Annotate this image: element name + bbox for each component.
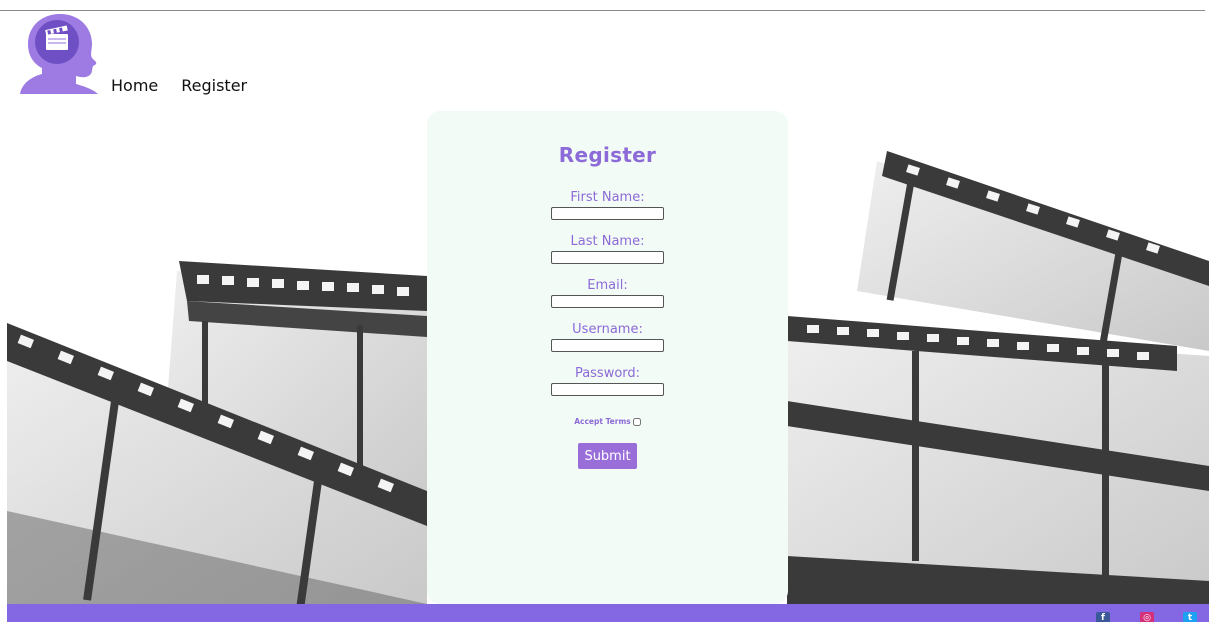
username-label: Username: bbox=[572, 322, 643, 337]
accept-terms-row: Accept Terms bbox=[574, 417, 641, 426]
password-label: Password: bbox=[574, 366, 641, 381]
email-field: Email: bbox=[551, 278, 664, 308]
twitter-icon[interactable]: t bbox=[1183, 612, 1197, 622]
last-name-field: Last Name: bbox=[551, 234, 664, 264]
facebook-icon[interactable]: f bbox=[1096, 612, 1110, 622]
last-name-input[interactable] bbox=[551, 251, 664, 264]
nav-register-link[interactable]: Register bbox=[181, 76, 247, 95]
password-input[interactable] bbox=[551, 383, 664, 396]
top-divider bbox=[0, 10, 1205, 11]
last-name-label: Last Name: bbox=[570, 234, 645, 249]
accept-terms-checkbox[interactable] bbox=[632, 417, 641, 426]
submit-button[interactable]: Submit bbox=[578, 443, 637, 469]
register-card: Register First Name: Last Name: Email: U… bbox=[427, 111, 788, 604]
email-label: Email: bbox=[587, 278, 628, 293]
nav-home-link[interactable]: Home bbox=[111, 76, 158, 95]
username-input[interactable] bbox=[551, 339, 664, 352]
register-title: Register bbox=[558, 143, 657, 167]
footer-bar bbox=[7, 604, 1209, 622]
email-input[interactable] bbox=[551, 295, 664, 308]
accept-terms-label: Accept Terms bbox=[574, 417, 631, 426]
first-name-field: First Name: bbox=[551, 190, 664, 220]
password-field: Password: bbox=[551, 366, 664, 396]
main-nav: Home Register bbox=[111, 76, 247, 95]
first-name-label: First Name: bbox=[570, 190, 645, 205]
instagram-icon[interactable]: ◎ bbox=[1140, 612, 1154, 622]
username-field: Username: bbox=[551, 322, 664, 352]
logo-icon[interactable] bbox=[12, 10, 100, 94]
first-name-input[interactable] bbox=[551, 207, 664, 220]
